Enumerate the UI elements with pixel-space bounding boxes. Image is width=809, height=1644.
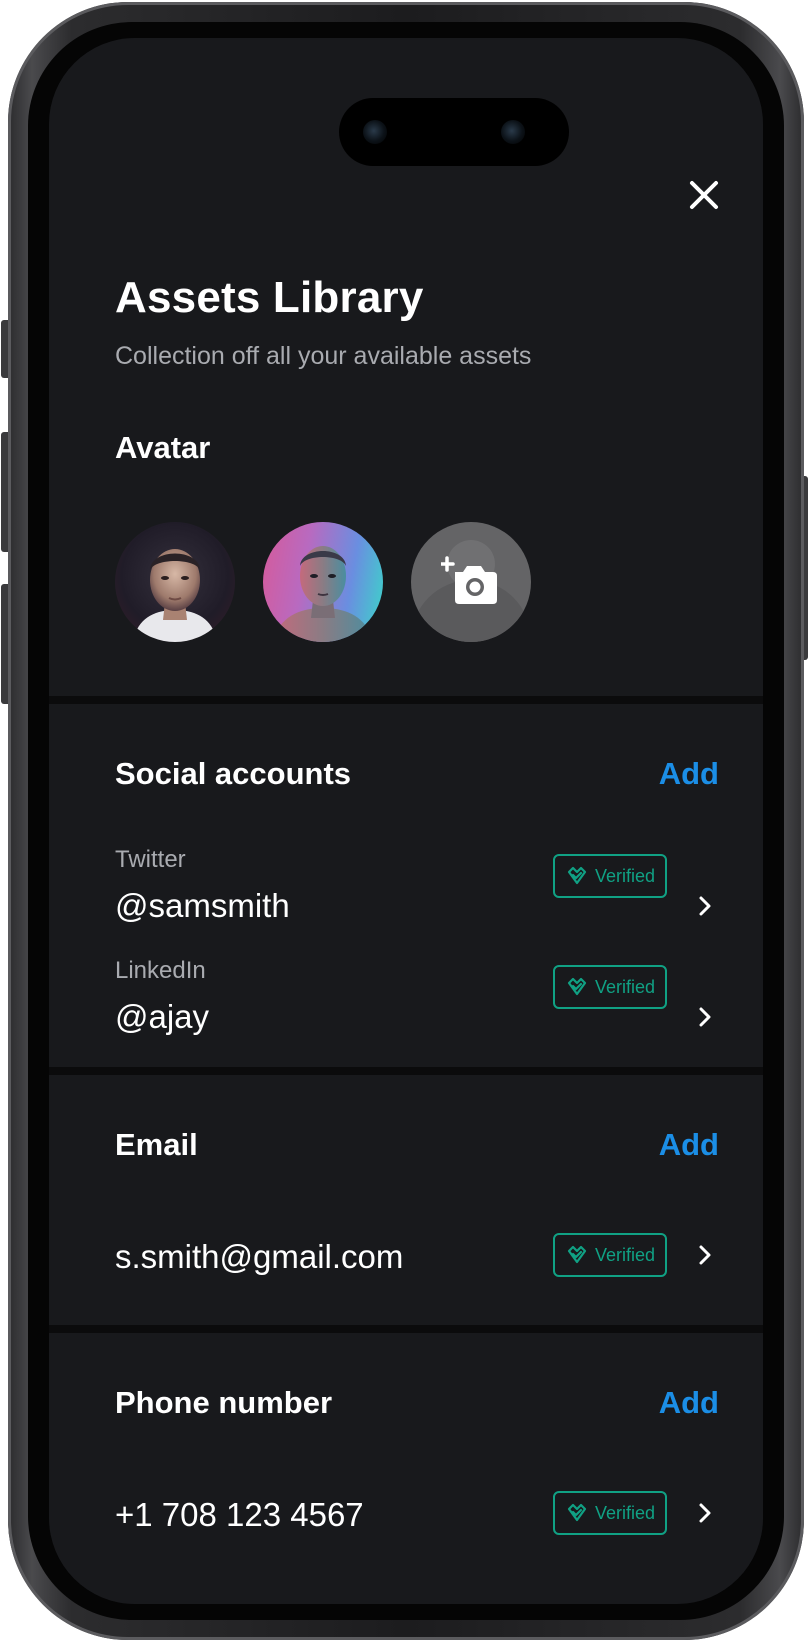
chevron-right-icon[interactable] bbox=[693, 1005, 717, 1029]
add-avatar-button[interactable] bbox=[411, 522, 531, 642]
chevron-right-icon[interactable] bbox=[693, 1501, 717, 1525]
email-section: Email Add s.smith@gmail.com Verified bbox=[49, 1075, 763, 1325]
add-phone-button[interactable]: Add bbox=[659, 1385, 719, 1421]
page-title: Assets Library bbox=[115, 273, 424, 322]
phone-frame: Assets Library Collection off all your a… bbox=[8, 2, 804, 1640]
verified-label: Verified bbox=[594, 1244, 656, 1265]
front-camera-icon bbox=[363, 120, 387, 144]
page-subtitle: Collection off all your available assets bbox=[115, 342, 532, 370]
app-screen: Assets Library Collection off all your a… bbox=[49, 38, 763, 1604]
phone-bezel: Assets Library Collection off all your a… bbox=[28, 22, 784, 1620]
add-social-account-button[interactable]: Add bbox=[659, 756, 719, 792]
verified-badge: Verified bbox=[553, 854, 667, 898]
chevron-right-icon[interactable] bbox=[693, 894, 717, 918]
verified-badge: Verified bbox=[553, 965, 667, 1009]
avatar-option-2[interactable] bbox=[263, 522, 383, 642]
verified-label: Verified bbox=[594, 865, 656, 886]
phone-section: Phone number Add +1 708 123 4567 Verifie… bbox=[49, 1333, 763, 1604]
verified-check-icon bbox=[567, 977, 587, 996]
dynamic-island bbox=[339, 98, 569, 166]
phone-value: +1 708 123 4567 bbox=[115, 1496, 364, 1533]
social-accounts-section: Social accounts Add Twitter @samsmith Ve… bbox=[49, 704, 763, 1067]
account-label: Twitter bbox=[115, 846, 186, 873]
verified-label: Verified bbox=[594, 976, 656, 997]
avatar-heading: Avatar bbox=[115, 430, 211, 465]
verified-check-icon bbox=[567, 866, 587, 885]
avatar-option-1[interactable] bbox=[115, 522, 235, 642]
account-value: @ajay bbox=[115, 998, 210, 1035]
chevron-right-icon[interactable] bbox=[693, 1243, 717, 1267]
verified-check-icon bbox=[567, 1245, 587, 1264]
phone-title: Phone number bbox=[115, 1385, 333, 1420]
sensor-icon bbox=[501, 120, 525, 144]
email-title: Email bbox=[115, 1127, 198, 1162]
verified-badge: Verified bbox=[553, 1233, 667, 1277]
close-icon[interactable] bbox=[679, 170, 729, 220]
verified-check-icon bbox=[567, 1503, 587, 1522]
avatar-portrait-2 bbox=[273, 546, 373, 642]
verified-label: Verified bbox=[594, 1502, 656, 1523]
email-value: s.smith@gmail.com bbox=[115, 1238, 404, 1275]
social-accounts-title: Social accounts bbox=[115, 756, 352, 791]
avatar-portrait-1 bbox=[133, 549, 217, 642]
verified-badge: Verified bbox=[553, 1491, 667, 1535]
add-email-button[interactable]: Add bbox=[659, 1127, 719, 1163]
account-label: LinkedIn bbox=[115, 957, 206, 984]
account-value: @samsmith bbox=[115, 887, 290, 924]
add-photo-camera-icon bbox=[441, 556, 497, 604]
